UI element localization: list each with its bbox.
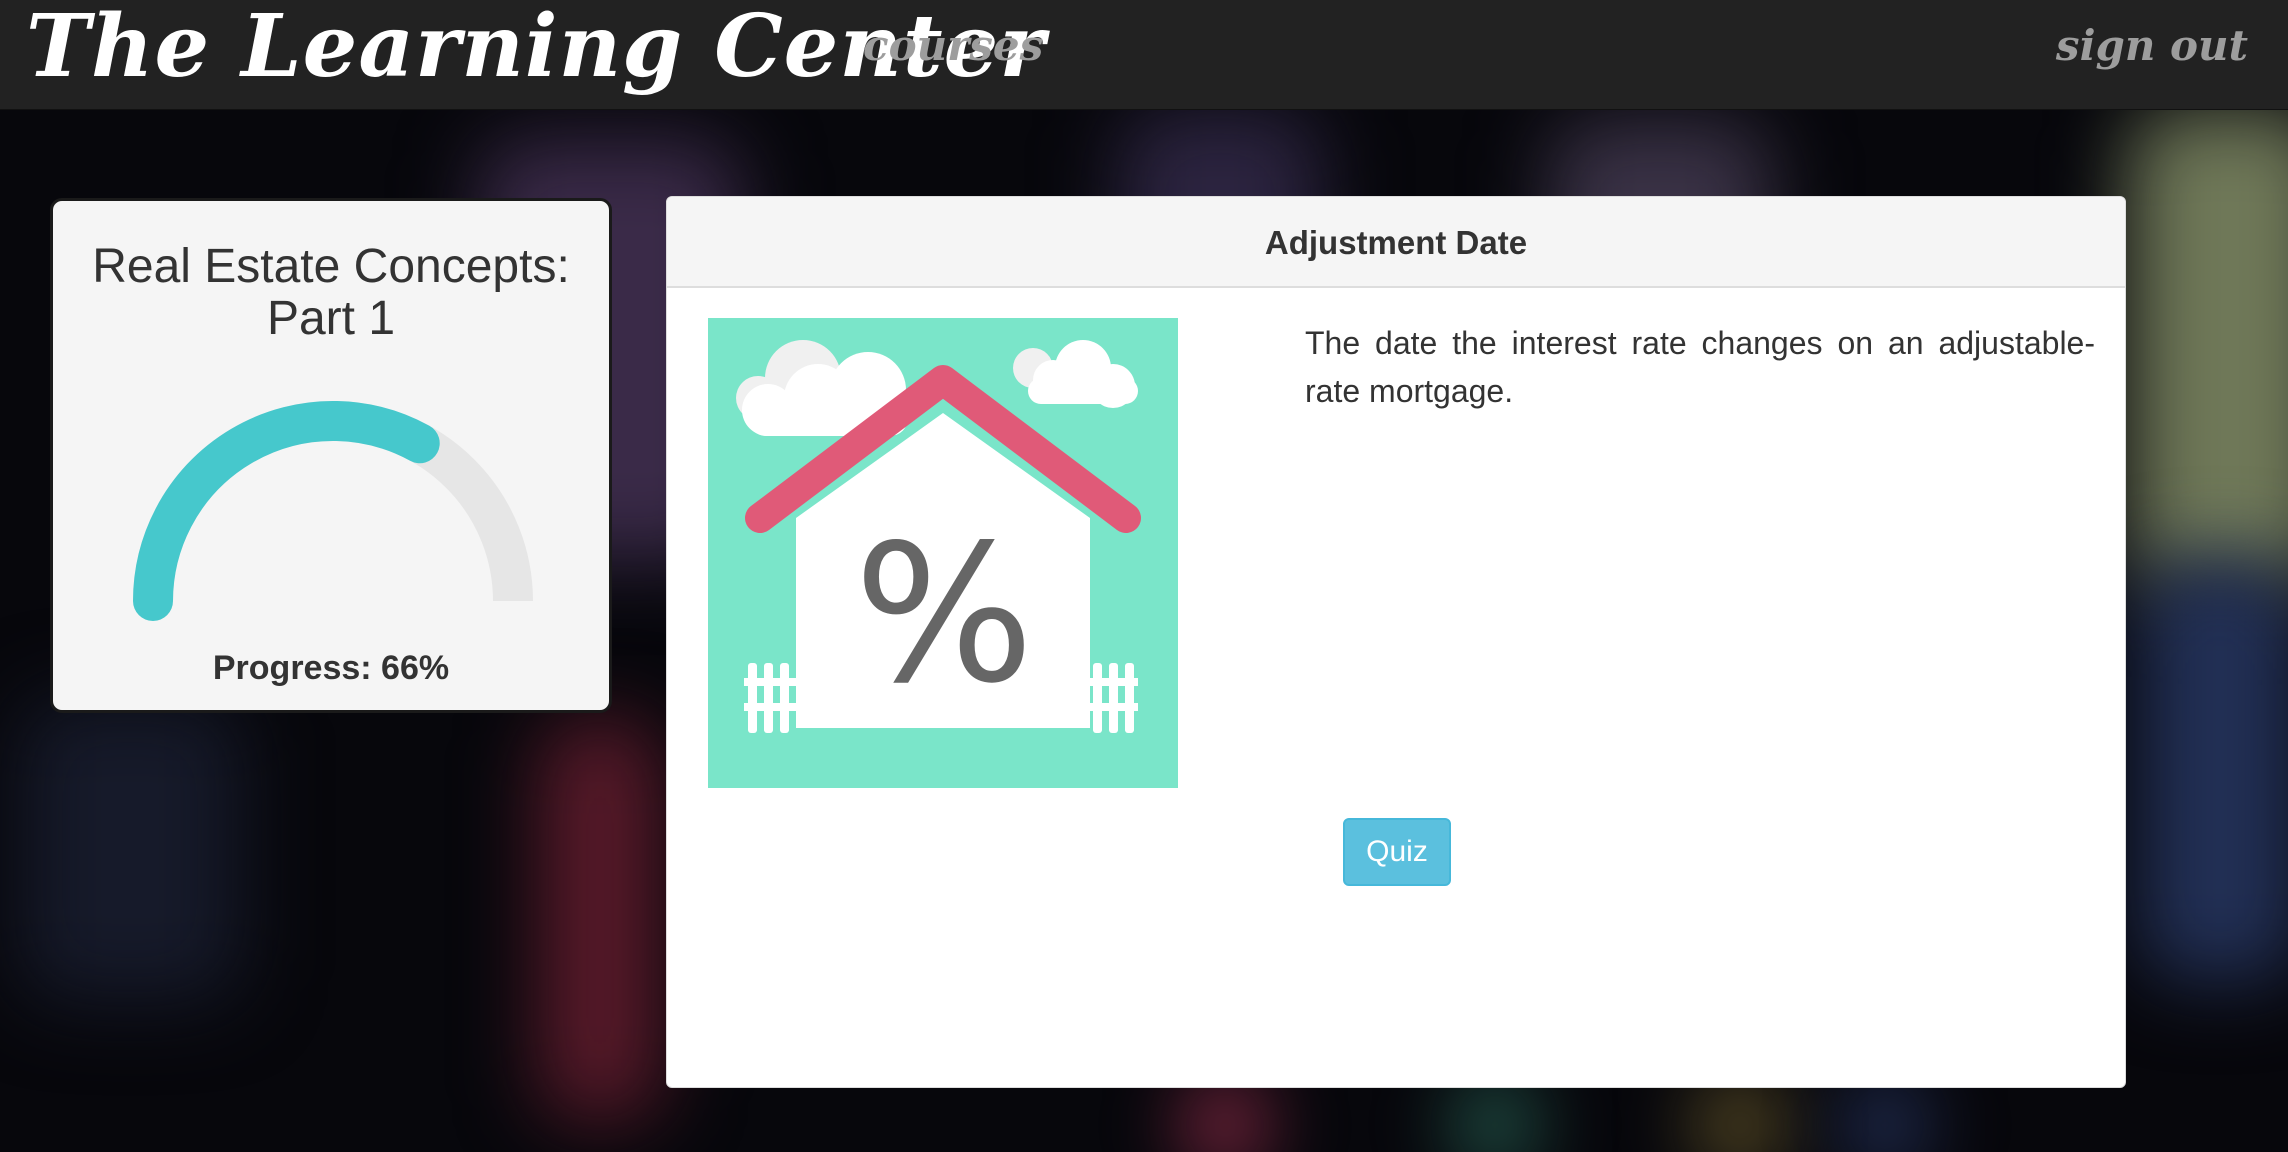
course-title-line2: Part 1 xyxy=(266,292,396,345)
lesson-description: The date the interest rate changes on an… xyxy=(1305,325,2095,409)
quiz-button[interactable]: Quiz xyxy=(1343,818,1451,886)
gauge-fill xyxy=(133,401,440,621)
progress-gauge xyxy=(133,401,533,621)
course-progress-card: Real Estate Concepts: Part 1 Progress: 6… xyxy=(50,198,612,713)
lesson-heading: Adjustment Date xyxy=(667,197,2125,288)
progress-label: Progress: 66% xyxy=(212,649,450,687)
percent-symbol: % xyxy=(854,504,1035,725)
course-title-line1: Real Estate Concepts: xyxy=(92,240,570,293)
nav-signout-link[interactable]: sign out xyxy=(2056,18,2248,74)
lesson-panel: Adjustment Date % The date the interest … xyxy=(666,196,2126,1088)
nav-courses-link[interactable]: courses xyxy=(863,18,1043,74)
course-title: Real Estate Concepts: Part 1 xyxy=(53,241,609,345)
top-navbar: The Learning Center courses sign out xyxy=(0,0,2288,110)
house-percent-icon: % xyxy=(708,318,1178,788)
